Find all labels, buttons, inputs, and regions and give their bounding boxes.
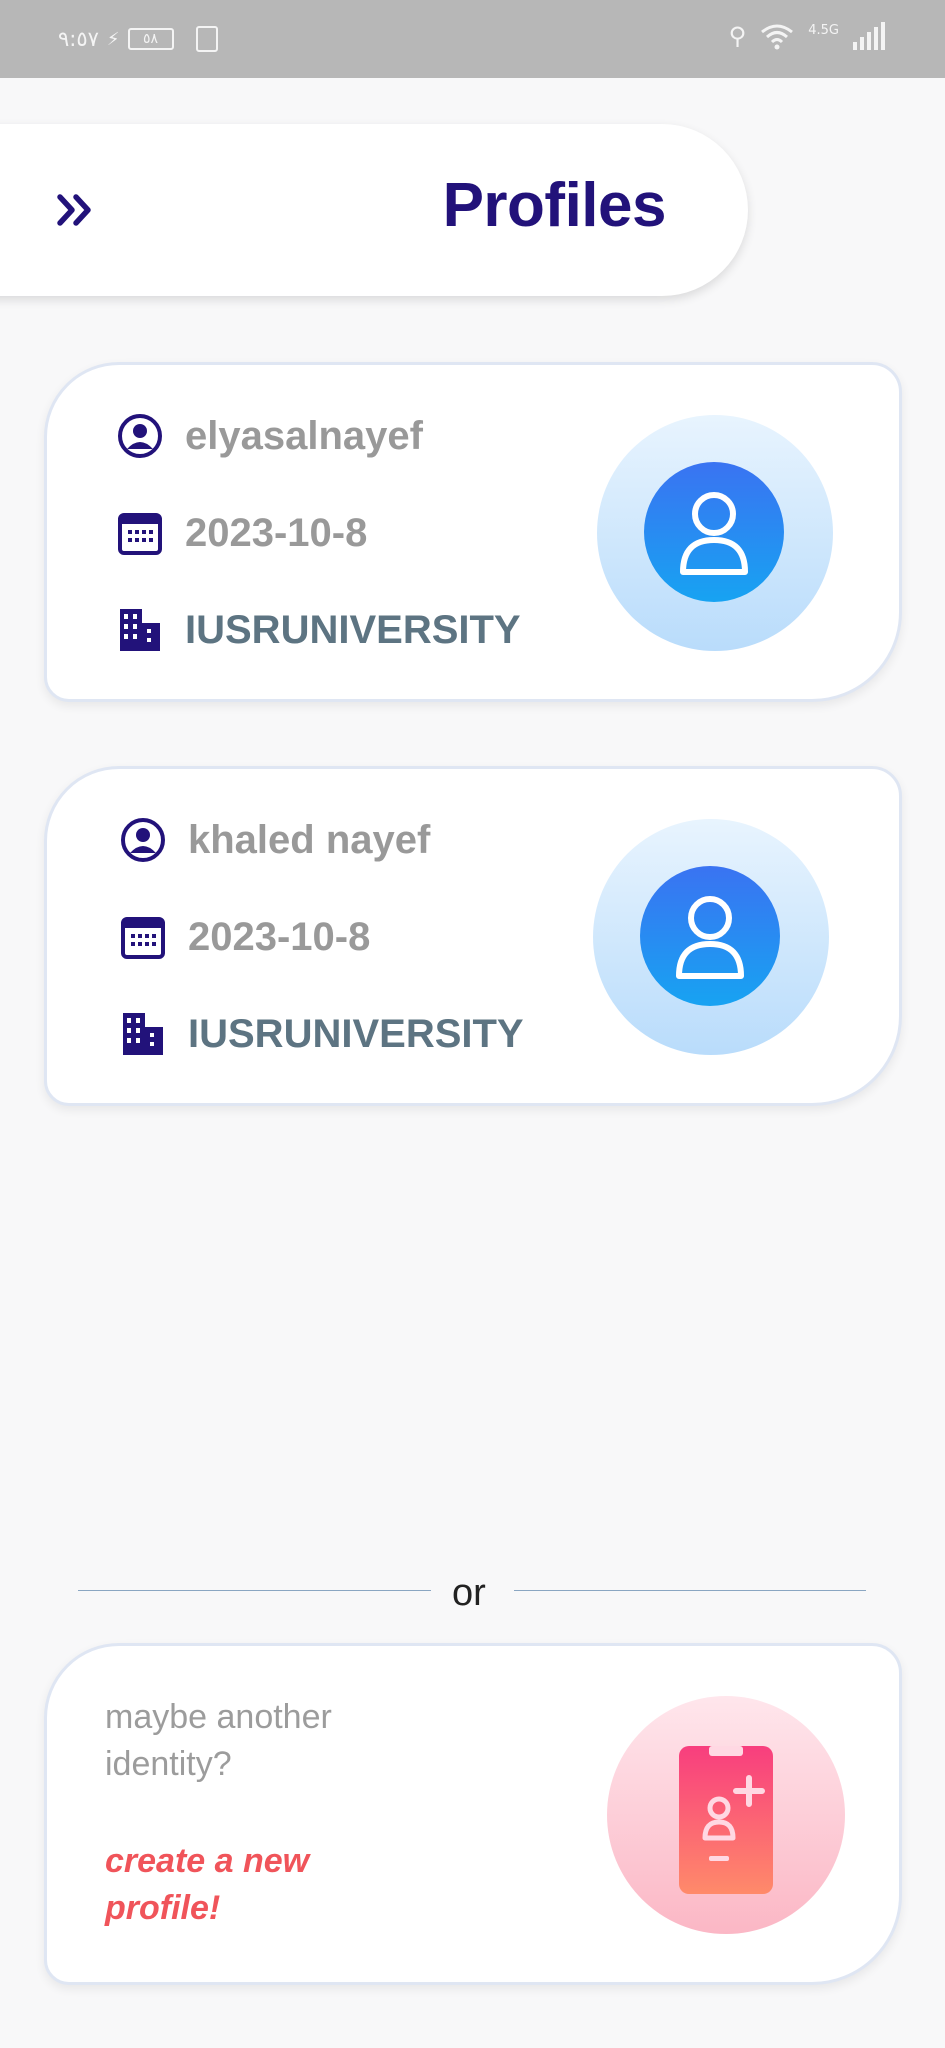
avatar-user-icon: [640, 866, 780, 1006]
calendar-icon: [120, 914, 166, 960]
network-type: 4.5G: [808, 23, 839, 38]
profile-date-row: 2023-10-8: [120, 914, 370, 960]
page-title: Profiles: [442, 171, 667, 240]
profile-date: 2023-10-8: [188, 914, 371, 959]
charging-icon: ⚡: [106, 28, 120, 50]
battery-icon: ٥٨: [127, 28, 174, 50]
menu-button[interactable]: [54, 188, 98, 232]
profile-date: 2023-10-8: [185, 510, 368, 555]
profile-name-row: khaled nayef: [120, 817, 430, 863]
status-right: ⚲ 4.5G: [729, 22, 885, 50]
profile-card[interactable]: khaled nayef 2023-10-8 IUSRUNIVERSITY: [44, 766, 902, 1106]
status-left: ٩:٥٧ ⚡ ٥٨: [58, 26, 218, 52]
building-icon: [117, 607, 163, 653]
create-profile-card[interactable]: maybe another identity? create a new pro…: [44, 1643, 902, 1985]
profile-card[interactable]: elyasalnayef 2023-10-8 IUSRUNIVERSITY: [44, 362, 902, 702]
usb-icon: ⚲: [728, 22, 747, 50]
status-time: ٩:٥٧: [58, 27, 99, 51]
status-bar: ٩:٥٧ ⚡ ٥٨ ⚲ 4.5G: [0, 0, 945, 78]
user-circle-icon: [120, 817, 166, 863]
vibrate-icon: [195, 26, 218, 52]
double-chevron-right-icon: [57, 194, 91, 226]
calendar-icon: [117, 510, 163, 556]
profile-organization: IUSRUNIVERSITY: [185, 607, 521, 652]
building-icon: [120, 1011, 166, 1057]
signal-icon: [853, 22, 885, 50]
profile-name: khaled nayef: [188, 817, 431, 862]
divider-line-left: [78, 1590, 431, 1591]
id-card-add-icon: [679, 1746, 773, 1894]
header-bar: Profiles: [0, 124, 748, 296]
or-divider: or: [78, 1570, 866, 1614]
profile-name-row: elyasalnayef: [117, 413, 423, 459]
create-prompt: maybe another identity?: [105, 1698, 332, 1783]
profile-org-row: IUSRUNIVERSITY: [120, 1011, 524, 1057]
divider-label: or: [452, 1572, 486, 1614]
create-profile-illustration: [607, 1696, 845, 1934]
create-profile-link[interactable]: create a new profile!: [105, 1838, 405, 1932]
profile-organization: IUSRUNIVERSITY: [188, 1011, 524, 1056]
profile-name: elyasalnayef: [185, 413, 423, 458]
battery-level: ٥٨: [143, 31, 159, 47]
profile-avatar: [597, 415, 833, 651]
user-circle-icon: [117, 413, 163, 459]
profile-avatar: [593, 819, 829, 1055]
profile-org-row: IUSRUNIVERSITY: [117, 607, 521, 653]
wifi-icon: [761, 24, 794, 50]
divider-line-right: [514, 1590, 866, 1591]
profile-date-row: 2023-10-8: [117, 510, 367, 556]
avatar-user-icon: [644, 462, 784, 602]
